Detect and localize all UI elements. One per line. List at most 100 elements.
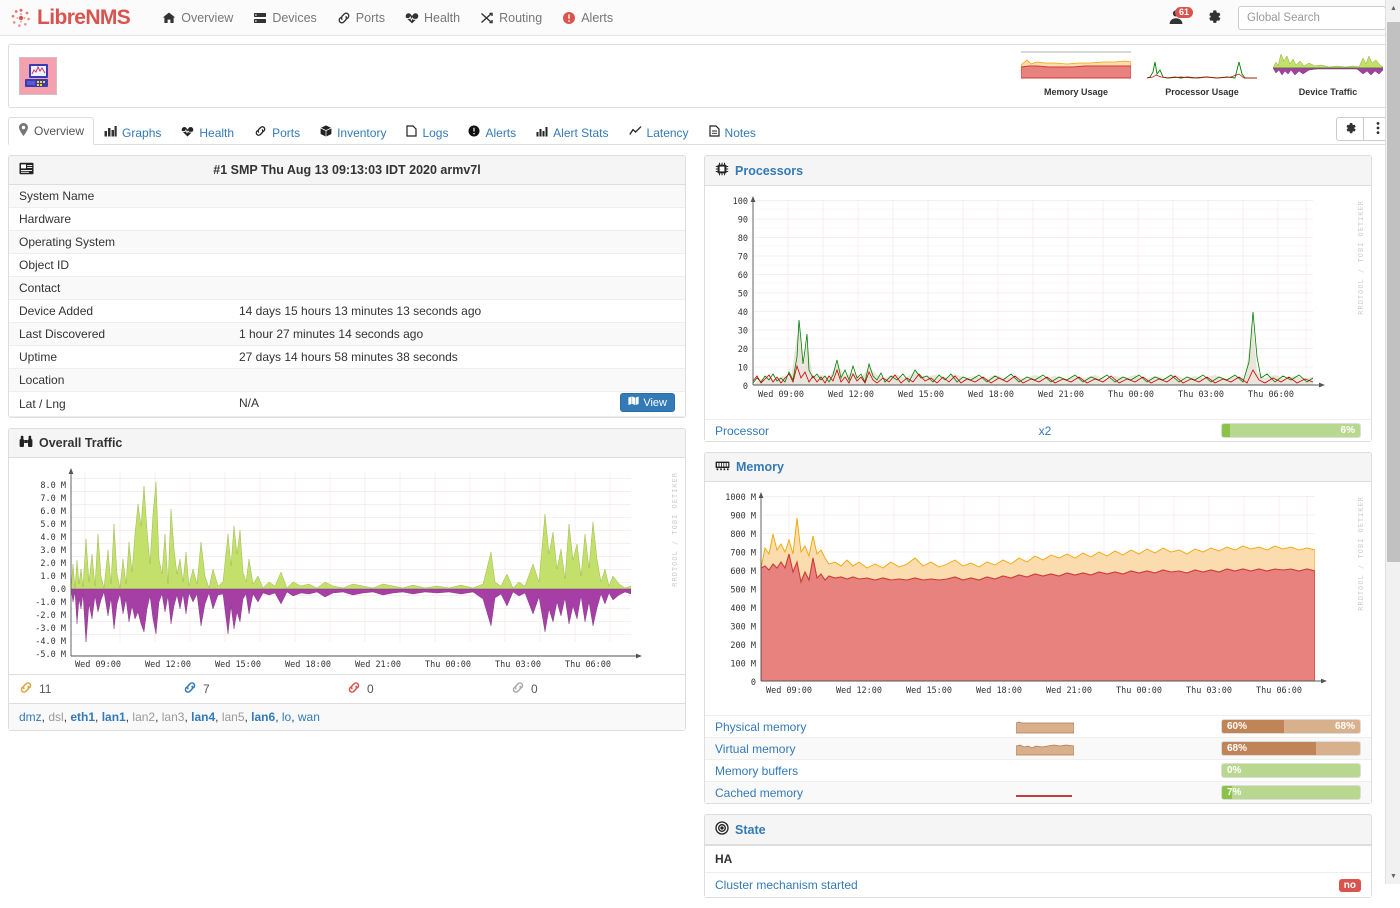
port-count-up[interactable]: 7: [183, 681, 347, 697]
port-link-lan3[interactable]: lan3: [162, 710, 185, 724]
tab-alerts[interactable]: Alerts: [458, 119, 526, 145]
tab-notes[interactable]: Notes: [699, 119, 766, 145]
svg-text:-4.0 M: -4.0 M: [35, 637, 66, 647]
nav-label: Health: [424, 11, 460, 25]
memory-usage-bar[interactable]: 68%: [1221, 741, 1361, 756]
info-value: [229, 277, 685, 300]
librenms-logo-icon: [10, 7, 32, 29]
info-key: Uptime: [9, 346, 229, 369]
map-icon: [628, 396, 639, 409]
svg-text:Wed 15:00: Wed 15:00: [215, 660, 261, 669]
svg-text:50: 50: [738, 290, 748, 300]
port-link-lan6[interactable]: lan6: [251, 710, 275, 724]
processor-usage-bar[interactable]: 6%: [1221, 423, 1361, 438]
memory-usage-bar[interactable]: 0%: [1221, 763, 1361, 778]
memory-usage-left-value: 60%: [1227, 720, 1247, 733]
tab-label: Health: [199, 126, 234, 140]
nav-label: Alerts: [581, 11, 613, 25]
info-value: 27 days 14 hours 58 minutes 38 seconds: [229, 346, 685, 369]
memory-usage-bar[interactable]: 7%: [1221, 785, 1361, 800]
nav-item-routing[interactable]: Routing: [470, 5, 552, 31]
processor-count[interactable]: x2: [930, 424, 1160, 438]
port-link-dmz[interactable]: dmz: [19, 710, 42, 724]
tab-overview[interactable]: Overview: [8, 117, 94, 145]
link-icon: [511, 681, 525, 697]
top-navbar: LibreNMS Overview Devices Ports Health: [0, 0, 1400, 36]
processors-header: Processors: [705, 156, 1371, 186]
nav-item-overview[interactable]: Overview: [152, 5, 243, 31]
nav-item-devices[interactable]: Devices: [243, 5, 326, 31]
search-input[interactable]: [1238, 6, 1386, 30]
port-count-total[interactable]: 11: [19, 681, 183, 697]
port-count-down[interactable]: 0: [347, 681, 511, 697]
view-map-button[interactable]: View: [620, 393, 675, 412]
navbar-items: Overview Devices Ports Health Routing: [152, 5, 623, 31]
memory-row-buffers: Memory buffers 0%: [705, 759, 1371, 781]
svg-text:40: 40: [738, 308, 748, 318]
overall-traffic-title: Overall Traffic: [39, 436, 122, 450]
port-link-lan1[interactable]: lan1: [102, 710, 126, 724]
port-link-lan4[interactable]: lan4: [191, 710, 215, 724]
info-key: Contact: [9, 277, 229, 300]
svg-text:80: 80: [738, 234, 748, 244]
memory-name[interactable]: Memory buffers: [715, 764, 930, 778]
port-link-lo[interactable]: lo: [282, 710, 291, 724]
scroll-up-arrow[interactable]: ▲: [1386, 0, 1400, 16]
svg-text:-5.0 M: -5.0 M: [35, 650, 66, 660]
scrollbar-thumb[interactable]: [1387, 22, 1400, 562]
port-links: dmz, dsl, eth1, lan1, lan2, lan3, lan4, …: [9, 703, 685, 730]
processor-name[interactable]: Processor: [715, 424, 930, 438]
port-link-wan[interactable]: wan: [298, 710, 320, 724]
settings-button[interactable]: [1205, 8, 1222, 28]
info-value: 1 hour 27 minutes 14 seconds ago: [229, 323, 685, 346]
state-item-name[interactable]: Cluster mechanism started: [715, 878, 1339, 892]
memory-name[interactable]: Physical memory: [715, 720, 930, 734]
tab-inventory[interactable]: Inventory: [310, 119, 396, 145]
brand-text: LibreNMS: [37, 6, 130, 30]
minigraph-memory-usage[interactable]: Memory Usage: [1021, 48, 1131, 97]
page-scrollbar[interactable]: ▲ ▼: [1385, 0, 1400, 884]
port-count-disabled[interactable]: 0: [511, 681, 675, 697]
port-link-lan5[interactable]: lan5: [222, 710, 245, 724]
memory-bar-wrap: 68%: [1160, 741, 1361, 756]
tab-graphs[interactable]: Graphs: [94, 119, 171, 145]
bar-chart-icon: [536, 125, 548, 140]
info-value: [229, 208, 685, 231]
memory-usage-left-value: 68%: [1227, 742, 1247, 755]
port-link-lan2[interactable]: lan2: [132, 710, 155, 724]
info-key: Hardware: [9, 208, 229, 231]
tab-health[interactable]: Health: [171, 119, 244, 145]
scroll-down-arrow[interactable]: ▼: [1386, 868, 1400, 884]
port-link-dsl[interactable]: dsl: [48, 710, 63, 724]
main-area: #1 SMP Thu Aug 13 09:13:03 IDT 2020 armv…: [0, 145, 1400, 908]
minigraph-device-traffic[interactable]: Device Traffic: [1273, 48, 1383, 97]
tab-label: Alerts: [485, 126, 516, 140]
tab-label: Overview: [34, 124, 84, 138]
svg-text:400 M: 400 M: [730, 604, 756, 614]
device-settings-button[interactable]: [1336, 117, 1364, 141]
page-content: Memory Usage Processor Usage Device Traf…: [0, 36, 1400, 108]
overall-traffic-graph: RRDTOOL / TOBI OETIKER: [9, 458, 685, 674]
info-value: [229, 254, 685, 277]
tab-logs[interactable]: Logs: [396, 119, 458, 145]
memory-name[interactable]: Cached memory: [715, 786, 930, 800]
memory-name[interactable]: Virtual memory: [715, 742, 930, 756]
processor-row: Processor x2 6%: [705, 419, 1371, 441]
tab-ports[interactable]: Ports: [244, 119, 310, 145]
nav-item-alerts[interactable]: Alerts: [552, 5, 623, 31]
tab-alert-stats[interactable]: Alert Stats: [526, 119, 618, 145]
svg-text:90: 90: [738, 216, 748, 226]
minigraph-processor-usage[interactable]: Processor Usage: [1147, 48, 1257, 97]
nav-item-ports[interactable]: Ports: [327, 5, 395, 31]
user-menu-button[interactable]: 61: [1163, 8, 1189, 29]
vertical-dots-icon: [1376, 121, 1380, 138]
memory-usage-bar[interactable]: 60% 68%: [1221, 719, 1361, 734]
brand-logo-link[interactable]: LibreNMS: [10, 6, 130, 30]
tab-latency[interactable]: Latency: [619, 119, 699, 145]
nav-item-health[interactable]: Health: [395, 5, 470, 31]
port-link-eth1[interactable]: eth1: [70, 710, 95, 724]
svg-text:Thu 00:00: Thu 00:00: [1116, 686, 1162, 696]
device-info-table: System Name Hardware Operating System Ob…: [9, 185, 685, 417]
tab-label: Latency: [647, 126, 689, 140]
info-value-cell: N/A View: [229, 392, 685, 417]
